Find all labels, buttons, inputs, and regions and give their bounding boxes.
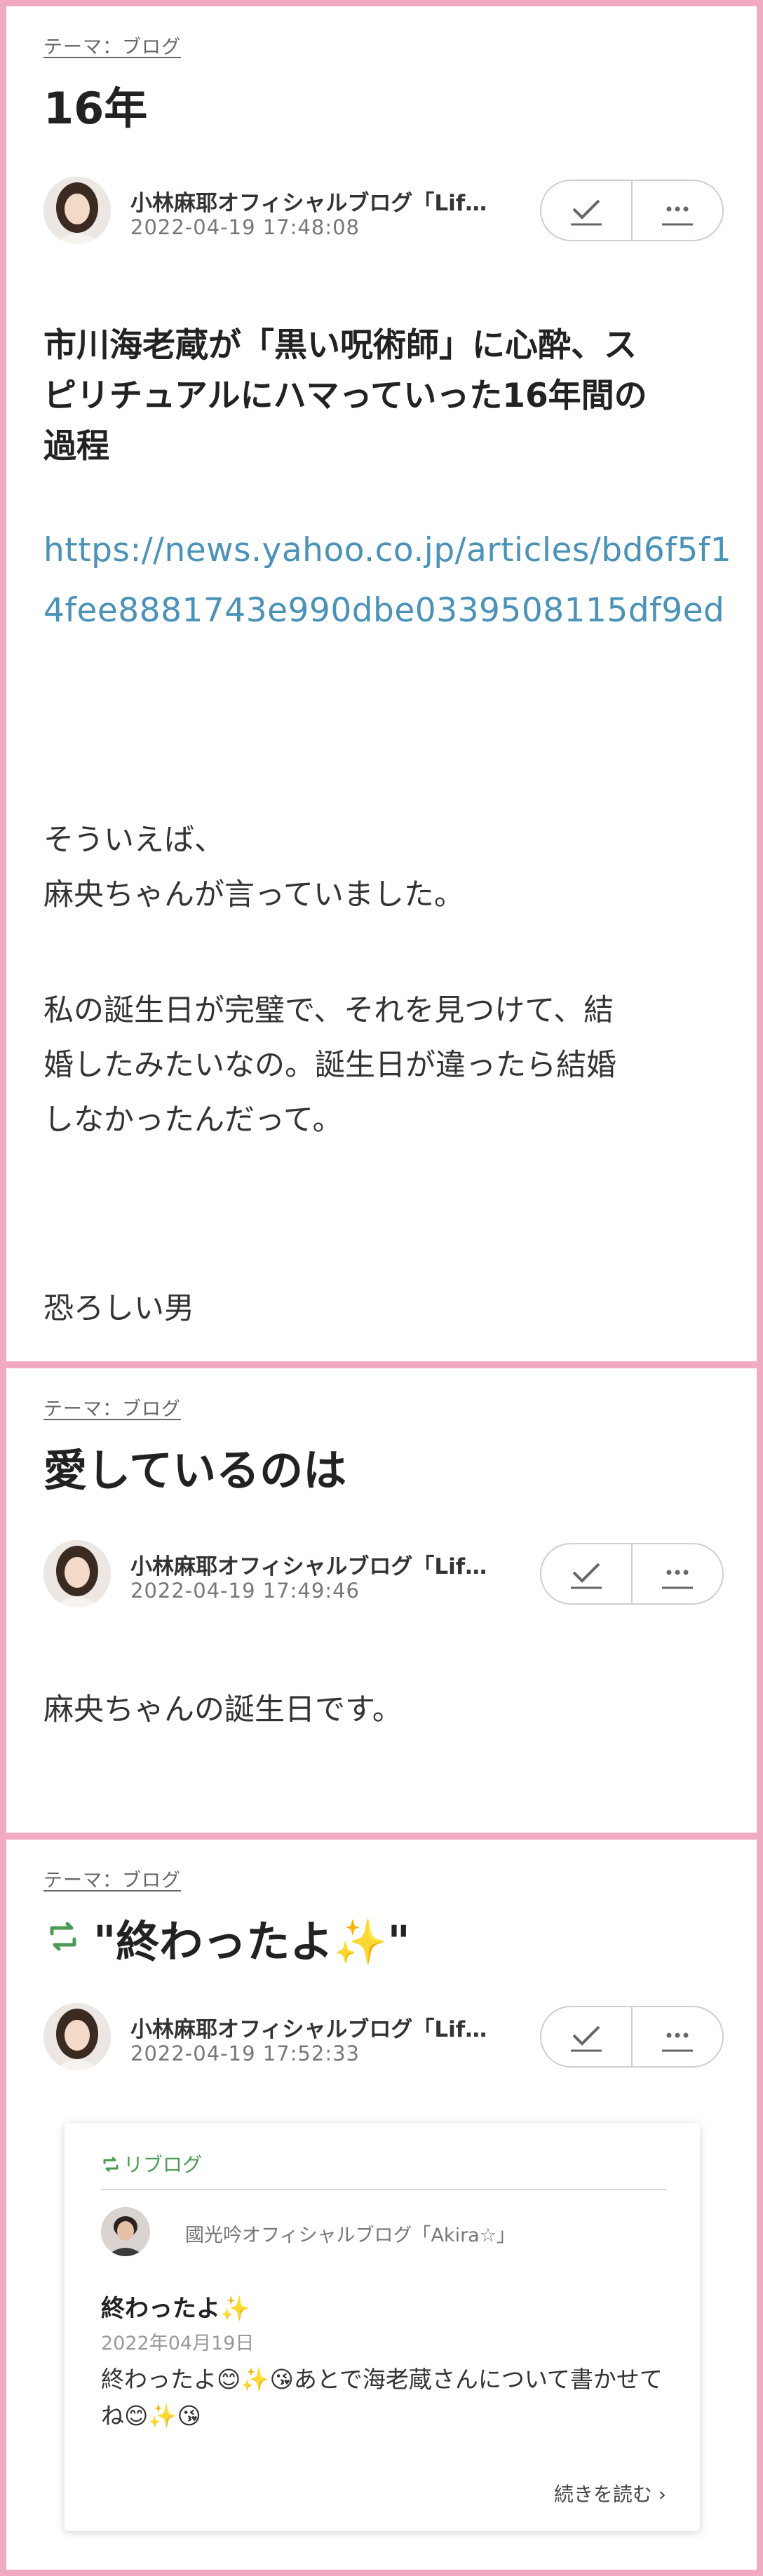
reblog-card[interactable]: リブログ 國光吟オフィシャルブログ「Akira☆」 終わったよ✨ 2022年04… [65, 2123, 700, 2531]
reblog-label: リブログ [123, 2153, 203, 2176]
author-row: 小林麻耶オフィシャルブログ「Lif… 2022-04-19 17:48:08 [43, 177, 724, 247]
check-icon [571, 1563, 602, 1589]
check-icon [571, 199, 602, 226]
post-title[interactable]: 愛しているのは [43, 1435, 346, 1498]
more-icon [662, 206, 693, 226]
paragraph: 私の誕生日が完璧で、それを見つけて、結 婚したみたいなの。誕生日が違ったら結婚 … [43, 983, 616, 1147]
reblog-author-avatar[interactable] [101, 2207, 150, 2256]
more-button[interactable] [633, 2007, 722, 2066]
post-title[interactable]: "終わったよ✨" [93, 1906, 410, 1969]
post-title[interactable]: 16年 [43, 73, 147, 136]
post-date: 2022-04-19 17:48:08 [130, 215, 360, 239]
paragraph: そういえば、 麻央ちゃんが言っていました。 [43, 813, 464, 922]
author-name[interactable]: 小林麻耶オフィシャルブログ「Lif… [130, 1549, 487, 1580]
author-row: 小林麻耶オフィシャルブログ「Lif… 2022-04-19 17:52:33 [43, 2003, 724, 2073]
action-buttons [540, 180, 724, 241]
text-line: 私の誕生日が完璧で、それを見つけて、結 [43, 993, 614, 1028]
author-avatar[interactable] [43, 1540, 111, 1607]
blog-post-1: テーマ：ブログ 16年 小林麻耶オフィシャルブログ「Lif… 2022-04-1… [6, 6, 757, 1361]
theme-link[interactable]: テーマ：ブログ [43, 32, 181, 59]
post-date: 2022-04-19 17:52:33 [130, 2042, 360, 2065]
read-more-link[interactable]: 続きを読む › [554, 2479, 666, 2507]
reblog-excerpt: 終わったよ😊✨😘あとで海老蔵さんについて書かせてね😊✨😘 [101, 2366, 663, 2429]
headline-line: ピリチュアルにハマっていった16年間の [43, 377, 647, 415]
reblog-icon [103, 2157, 119, 2172]
text-line: しなかったんだって。 [43, 1102, 343, 1138]
divider [101, 2189, 666, 2190]
blog-post-2: テーマ：ブログ 愛しているのは 小林麻耶オフィシャルブログ「Lif… 2022-… [6, 1368, 757, 1833]
more-icon [662, 2032, 693, 2052]
more-button[interactable] [633, 1544, 722, 1603]
post-body: 麻央ちゃんの誕生日です。 [43, 1692, 403, 1727]
reblog-title[interactable]: 終わったよ✨ [101, 2289, 250, 2324]
check-button[interactable] [541, 181, 631, 240]
paragraph: 恐ろしい男 [43, 1281, 194, 1336]
text-line: そういえば、 [43, 823, 224, 858]
article-link[interactable]: https://news.yahoo.co.jp/articles/bd6f5f… [43, 520, 738, 641]
theme-link[interactable]: テーマ：ブログ [43, 1394, 181, 1421]
headline-line: 市川海老蔵が「黒い呪術師」に心酔、ス [43, 326, 637, 365]
author-name[interactable]: 小林麻耶オフィシャルブログ「Lif… [130, 185, 487, 217]
reblog-author[interactable]: 國光吟オフィシャルブログ「Akira☆」 [185, 2220, 515, 2247]
text-line: 婚したみたいなの。誕生日が違ったら結婚 [43, 1048, 616, 1083]
text-line: 恐ろしい男 [43, 1291, 194, 1326]
author-name[interactable]: 小林麻耶オフィシャルブログ「Lif… [130, 2011, 487, 2043]
text-line: 麻央ちゃんが言っていました。 [43, 877, 464, 912]
author-row: 小林麻耶オフィシャルブログ「Lif… 2022-04-19 17:49:46 [43, 1540, 724, 1610]
reblog-icon [43, 1917, 83, 1956]
more-icon [662, 1570, 693, 1589]
author-avatar[interactable] [43, 2003, 111, 2070]
author-avatar[interactable] [43, 177, 111, 244]
headline-line: 過程 [43, 427, 109, 466]
blog-post-3: テーマ：ブログ "終わったよ✨" 小林麻耶オフィシャルブログ「Lif… 2022… [6, 1840, 757, 2570]
article-headline: 市川海老蔵が「黒い呪術師」に心酔、ス ピリチュアルにハマっていった16年間の 過… [43, 321, 717, 472]
check-button[interactable] [541, 1544, 631, 1603]
action-buttons [540, 1543, 724, 1605]
check-button[interactable] [541, 2007, 631, 2066]
theme-link[interactable]: テーマ：ブログ [43, 1865, 181, 1892]
check-icon [571, 2025, 602, 2052]
more-button[interactable] [633, 181, 722, 240]
action-buttons [540, 2006, 724, 2068]
reblog-header: リブログ [101, 2150, 202, 2178]
reblog-date: 2022年04月19日 [101, 2333, 255, 2354]
post-date: 2022-04-19 17:49:46 [130, 1579, 360, 1603]
